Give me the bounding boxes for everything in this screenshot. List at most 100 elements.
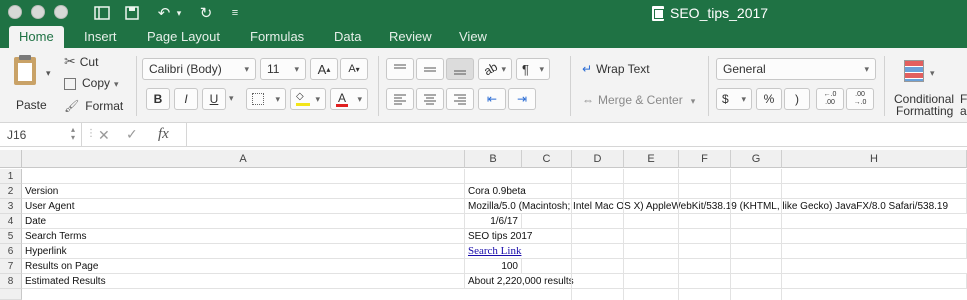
cell-b3[interactable]: Mozilla/5.0 (Macintosh; Intel Mac OS X) … <box>465 199 967 214</box>
spreadsheet-grid[interactable]: A B C D E F G H 1 2 Version Cora 0.9beta… <box>0 147 967 300</box>
column-header-g[interactable]: G <box>731 150 782 168</box>
underline-button[interactable]: U <box>202 88 226 110</box>
copy-dropdown-icon[interactable]: ▾ <box>114 79 119 89</box>
align-left-button[interactable] <box>386 88 414 110</box>
cell-b5[interactable]: SEO tips 2017 <box>465 229 967 244</box>
cell-b1[interactable] <box>465 169 967 184</box>
redo-icon[interactable]: ↻ <box>196 3 216 23</box>
sidebar-toggle-icon[interactable] <box>92 3 112 23</box>
undo-icon[interactable]: ↶ <box>154 3 174 23</box>
row-header-partial[interactable] <box>0 289 22 300</box>
increase-decimal-button[interactable]: ←.0.00 <box>816 88 844 110</box>
column-header-b[interactable]: B <box>465 150 522 168</box>
paintbrush-icon: 🖌 <box>64 99 80 113</box>
align-top-button[interactable] <box>386 58 414 80</box>
italic-button[interactable]: I <box>174 88 198 110</box>
paste-button[interactable]: ▾ Paste <box>8 54 54 114</box>
column-header-f[interactable]: F <box>679 150 731 168</box>
customize-toolbar-icon[interactable]: ≡ <box>228 3 242 23</box>
close-window-button[interactable] <box>8 5 22 19</box>
percent-button[interactable]: % <box>756 88 782 110</box>
currency-button[interactable]: $ ▾ <box>716 88 752 110</box>
conditional-formatting-button[interactable]: ▾ Conditional Formatting <box>892 54 954 118</box>
font-size-select[interactable]: 11 ▾ <box>260 58 306 80</box>
cell-a4[interactable]: Date <box>22 214 465 229</box>
name-box[interactable]: J16 ▴ ▾ <box>0 123 82 147</box>
number-format-select[interactable]: General ▾ <box>716 58 876 80</box>
cell-b4[interactable]: 1/6/17 <box>465 214 522 229</box>
cell-a7[interactable]: Results on Page <box>22 259 465 274</box>
row-header[interactable]: 8 <box>0 274 22 289</box>
row-header[interactable]: 1 <box>0 169 22 184</box>
cell-a1[interactable] <box>22 169 465 184</box>
zoom-window-button[interactable] <box>54 5 68 19</box>
align-middle-button[interactable] <box>416 58 444 80</box>
minimize-window-button[interactable] <box>31 5 45 19</box>
borders-button[interactable]: ▾ <box>246 88 286 110</box>
comma-style-button[interactable]: ) <box>784 88 810 110</box>
format-painter-button[interactable]: 🖌 Format <box>64 99 123 113</box>
font-color-button[interactable]: A ▾ <box>330 88 368 110</box>
increase-indent-button[interactable]: ⇥ <box>508 88 536 110</box>
cell-a6[interactable]: Hyperlink <box>22 244 465 259</box>
insert-function-icon[interactable]: fx <box>158 126 169 143</box>
formula-input[interactable] <box>186 123 966 147</box>
orientation-button[interactable]: ab ▾ <box>478 58 512 80</box>
cell-a5[interactable]: Search Terms <box>22 229 465 244</box>
paste-dropdown-icon[interactable]: ▾ <box>46 68 51 79</box>
align-center-button[interactable] <box>416 88 444 110</box>
search-link[interactable]: Search Link <box>468 245 521 257</box>
column-header-c[interactable]: C <box>522 150 572 168</box>
underline-dropdown-icon[interactable]: ▾ <box>229 93 234 104</box>
column-header-e[interactable]: E <box>624 150 679 168</box>
undo-dropdown-icon[interactable]: ▾ <box>174 3 184 23</box>
enter-icon[interactable]: ✓ <box>126 126 138 143</box>
row-header[interactable]: 4 <box>0 214 22 229</box>
tab-home[interactable]: Home <box>9 26 64 48</box>
row-header[interactable]: 7 <box>0 259 22 274</box>
select-all-corner[interactable] <box>0 150 22 168</box>
tab-data[interactable]: Data <box>324 26 371 48</box>
decrease-indent-button[interactable]: ⇤ <box>478 88 506 110</box>
save-icon[interactable] <box>122 3 142 23</box>
cell-a3[interactable]: User Agent <box>22 199 465 214</box>
row-header[interactable]: 6 <box>0 244 22 259</box>
column-header-d[interactable]: D <box>572 150 624 168</box>
decrease-decimal-button[interactable]: .00 →.0 <box>846 88 874 110</box>
bold-button[interactable]: B <box>146 88 170 110</box>
cancel-icon[interactable]: ✕ <box>98 127 110 144</box>
increase-font-size-button[interactable]: A ▴ <box>310 58 338 80</box>
paragraph-direction-button[interactable]: ¶ ▾ <box>516 58 550 80</box>
clipboard-icon <box>14 55 36 85</box>
tab-insert[interactable]: Insert <box>74 26 127 48</box>
cell-a8[interactable]: Estimated Results <box>22 274 465 289</box>
cell-b7[interactable]: 100 <box>465 259 522 274</box>
row-header[interactable]: 3 <box>0 199 22 214</box>
decrease-font-size-button[interactable]: A ▾ <box>340 58 368 80</box>
copy-button[interactable]: Copy ▾ <box>64 76 119 90</box>
tab-view[interactable]: View <box>449 26 497 48</box>
merge-dropdown-icon[interactable]: ▾ <box>691 96 696 106</box>
grid-column-line <box>781 169 782 300</box>
drag-handle-icon[interactable]: ⋮ <box>86 128 96 139</box>
format-as-table-label-2[interactable]: as <box>960 104 967 118</box>
merge-center-button[interactable]: ⇔ Merge & Center ▾ <box>582 93 695 107</box>
name-box-stepper-icon[interactable]: ▴ ▾ <box>71 126 75 142</box>
cell-b8[interactable]: About 2,220,000 results <box>465 274 967 289</box>
row-header[interactable]: 2 <box>0 184 22 199</box>
wrap-text-button[interactable]: ↵ Wrap Text <box>582 62 650 76</box>
cell-a2[interactable]: Version <box>22 184 465 199</box>
tab-page-layout[interactable]: Page Layout <box>137 26 230 48</box>
column-header-a[interactable]: A <box>22 150 465 168</box>
font-name-select[interactable]: Calibri (Body) ▾ <box>142 58 256 80</box>
cell-b6[interactable]: Search Link <box>465 244 967 259</box>
row-header[interactable]: 5 <box>0 229 22 244</box>
align-right-button[interactable] <box>446 88 474 110</box>
cut-button[interactable]: ✂ Cut <box>64 53 98 70</box>
column-header-h[interactable]: H <box>782 150 967 168</box>
tab-formulas[interactable]: Formulas <box>240 26 314 48</box>
align-bottom-button[interactable] <box>446 58 474 80</box>
tab-review[interactable]: Review <box>379 26 442 48</box>
fill-color-button[interactable]: ◇ ▾ <box>290 88 326 110</box>
cell-b2[interactable]: Cora 0.9beta <box>465 184 967 199</box>
